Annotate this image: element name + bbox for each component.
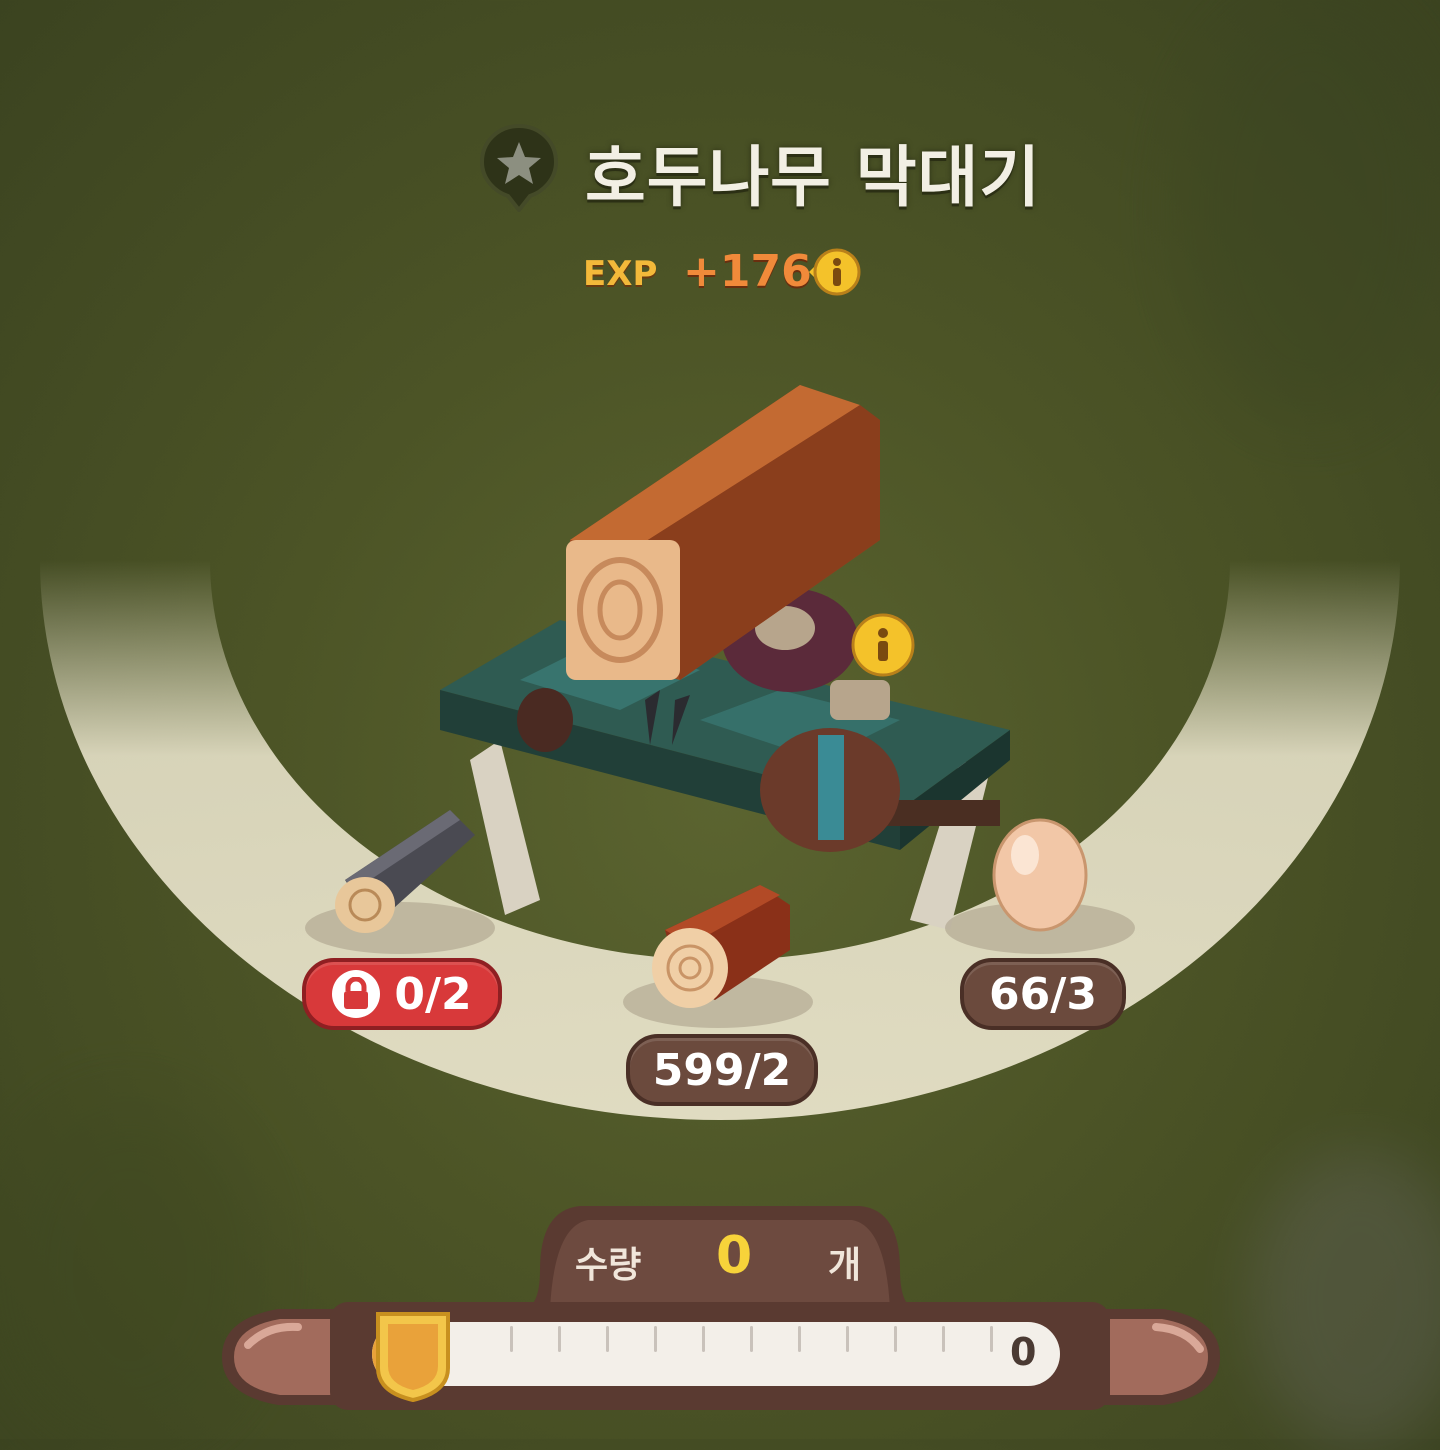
- slider-tick: [654, 1326, 657, 1352]
- increase-button[interactable]: [1096, 1305, 1224, 1409]
- slider-tick: [894, 1326, 897, 1352]
- lock-icon: [332, 970, 381, 1018]
- slider-thumb[interactable]: [372, 1308, 454, 1404]
- ingredient-count-egg[interactable]: 66/3: [960, 958, 1126, 1030]
- tool-handle-image: [517, 688, 573, 752]
- count-text: 66/3: [989, 968, 1097, 1020]
- count-text: 0/2: [394, 968, 472, 1020]
- slider-tick: [702, 1326, 705, 1352]
- count-text: 599/2: [652, 1044, 792, 1096]
- quantity-slider[interactable]: [372, 1322, 1060, 1386]
- ingredient-count-dark-log[interactable]: 0/2: [302, 958, 502, 1030]
- slider-tick: [750, 1326, 753, 1352]
- recipe-info-icon[interactable]: [851, 613, 915, 677]
- quantity-value: 0: [716, 1226, 753, 1286]
- slider-tick: [990, 1326, 993, 1352]
- slider-tick: [846, 1326, 849, 1352]
- quantity-unit: 개: [828, 1245, 862, 1286]
- slider-max-label: 0: [1010, 1330, 1037, 1374]
- slider-tick: [606, 1326, 609, 1352]
- workbench-image: [440, 620, 1010, 930]
- egg-image: [992, 818, 1088, 932]
- slider-tick: [510, 1326, 513, 1352]
- ingredient-count-walnut-log[interactable]: 599/2: [626, 1034, 818, 1106]
- decrease-button[interactable]: [218, 1305, 346, 1409]
- slider-tick: [798, 1326, 801, 1352]
- quantity-label: 수량: [575, 1245, 642, 1286]
- slider-tick: [558, 1326, 561, 1352]
- slider-tick: [942, 1326, 945, 1352]
